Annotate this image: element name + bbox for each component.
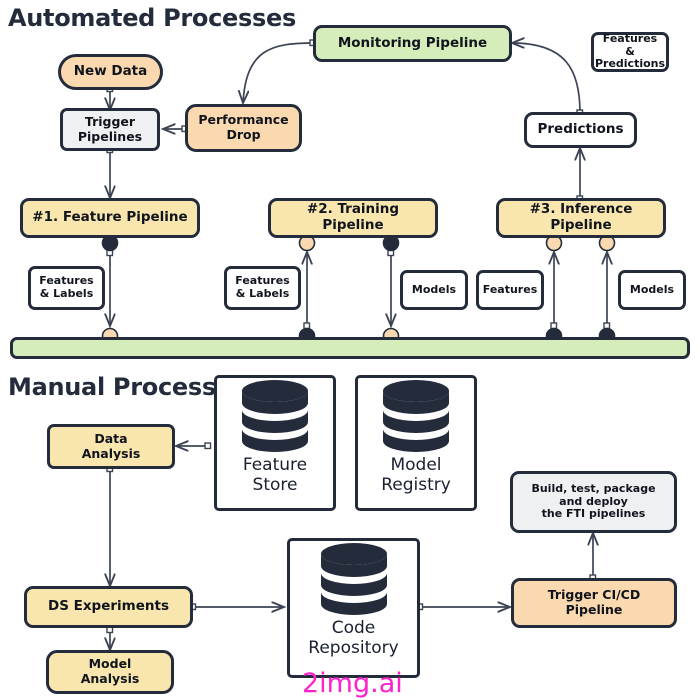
node-features-predictions-label: Features & Predictions — [594, 31, 666, 71]
store-model-registry-label: Model Registry — [381, 455, 451, 495]
node-inference-pipeline[interactable]: #3. Inference Pipeline — [496, 198, 666, 238]
node-monitoring-pipeline-label: Monitoring Pipeline — [337, 34, 488, 51]
node-new-data-label: New Data — [73, 63, 148, 80]
node-feature-pipeline[interactable]: #1. Feature Pipeline — [20, 198, 200, 238]
artifact-label: Features — [482, 282, 538, 296]
database-icon — [383, 380, 449, 452]
node-build-deploy-label: Build, test, package and deploy the FTI … — [531, 481, 656, 521]
artifact-label: Models — [411, 282, 457, 296]
node-ds-experiments[interactable]: DS Experiments — [24, 586, 193, 628]
node-trigger-pipelines-label: Trigger Pipelines — [77, 113, 143, 144]
section-title-manual: Manual Processes — [8, 373, 246, 401]
artifact-models-2[interactable]: Models — [618, 270, 686, 310]
node-new-data[interactable]: New Data — [58, 54, 163, 90]
artifact-features[interactable]: Features — [476, 270, 544, 310]
node-ds-experiments-label: DS Experiments — [48, 598, 169, 615]
artifact-label: Models — [629, 282, 675, 296]
port-handle — [106, 249, 114, 257]
node-performance-drop-label: Performance Drop — [198, 112, 289, 142]
node-model-analysis-label: Model Analysis — [80, 656, 140, 686]
feature-model-bus-bar[interactable] — [10, 337, 690, 359]
node-predictions-label: Predictions — [537, 121, 624, 138]
section-title-automated: Automated Processes — [8, 4, 296, 32]
diagram-canvas: Automated Processes New Data Trigger Pip… — [0, 0, 700, 700]
node-training-pipeline[interactable]: #2. Training Pipeline — [268, 198, 438, 238]
store-feature-store[interactable]: Feature Store — [214, 375, 336, 511]
store-code-repository-label: Code Repository — [308, 618, 399, 658]
artifact-label: Features & Labels — [235, 274, 290, 300]
node-performance-drop[interactable]: Performance Drop — [185, 104, 302, 152]
node-trigger-cicd[interactable]: Trigger CI/CD Pipeline — [511, 578, 677, 628]
node-model-analysis[interactable]: Model Analysis — [46, 650, 174, 694]
artifact-models-1[interactable]: Models — [400, 270, 468, 310]
node-build-deploy[interactable]: Build, test, package and deploy the FTI … — [510, 471, 677, 533]
database-icon — [242, 380, 308, 452]
node-trigger-cicd-label: Trigger CI/CD Pipeline — [547, 587, 641, 617]
artifact-features-labels-2[interactable]: Features & Labels — [224, 266, 301, 310]
node-trigger-pipelines[interactable]: Trigger Pipelines — [60, 108, 160, 151]
node-inference-pipeline-label: #3. Inference Pipeline — [529, 201, 633, 233]
node-data-analysis-label: Data Analysis — [81, 430, 141, 461]
port-handle — [387, 249, 395, 257]
port-handle — [550, 322, 558, 330]
port-handle — [603, 322, 611, 330]
store-feature-store-label: Feature Store — [242, 455, 308, 495]
store-model-registry[interactable]: Model Registry — [355, 375, 477, 511]
node-monitoring-pipeline[interactable]: Monitoring Pipeline — [313, 25, 512, 62]
port-handle — [204, 442, 212, 450]
node-feature-pipeline-label: #1. Feature Pipeline — [32, 209, 188, 226]
artifact-features-labels-1[interactable]: Features & Labels — [28, 266, 105, 310]
store-code-repository[interactable]: Code Repository — [287, 538, 420, 678]
node-training-pipeline-label: #2. Training Pipeline — [306, 201, 400, 233]
watermark: 2img.ai — [302, 668, 403, 699]
node-data-analysis[interactable]: Data Analysis — [47, 424, 175, 469]
node-predictions[interactable]: Predictions — [524, 112, 637, 148]
database-icon — [320, 543, 387, 615]
node-features-predictions[interactable]: Features & Predictions — [591, 32, 669, 72]
artifact-label: Features & Labels — [39, 274, 94, 300]
port-handle — [303, 322, 311, 330]
